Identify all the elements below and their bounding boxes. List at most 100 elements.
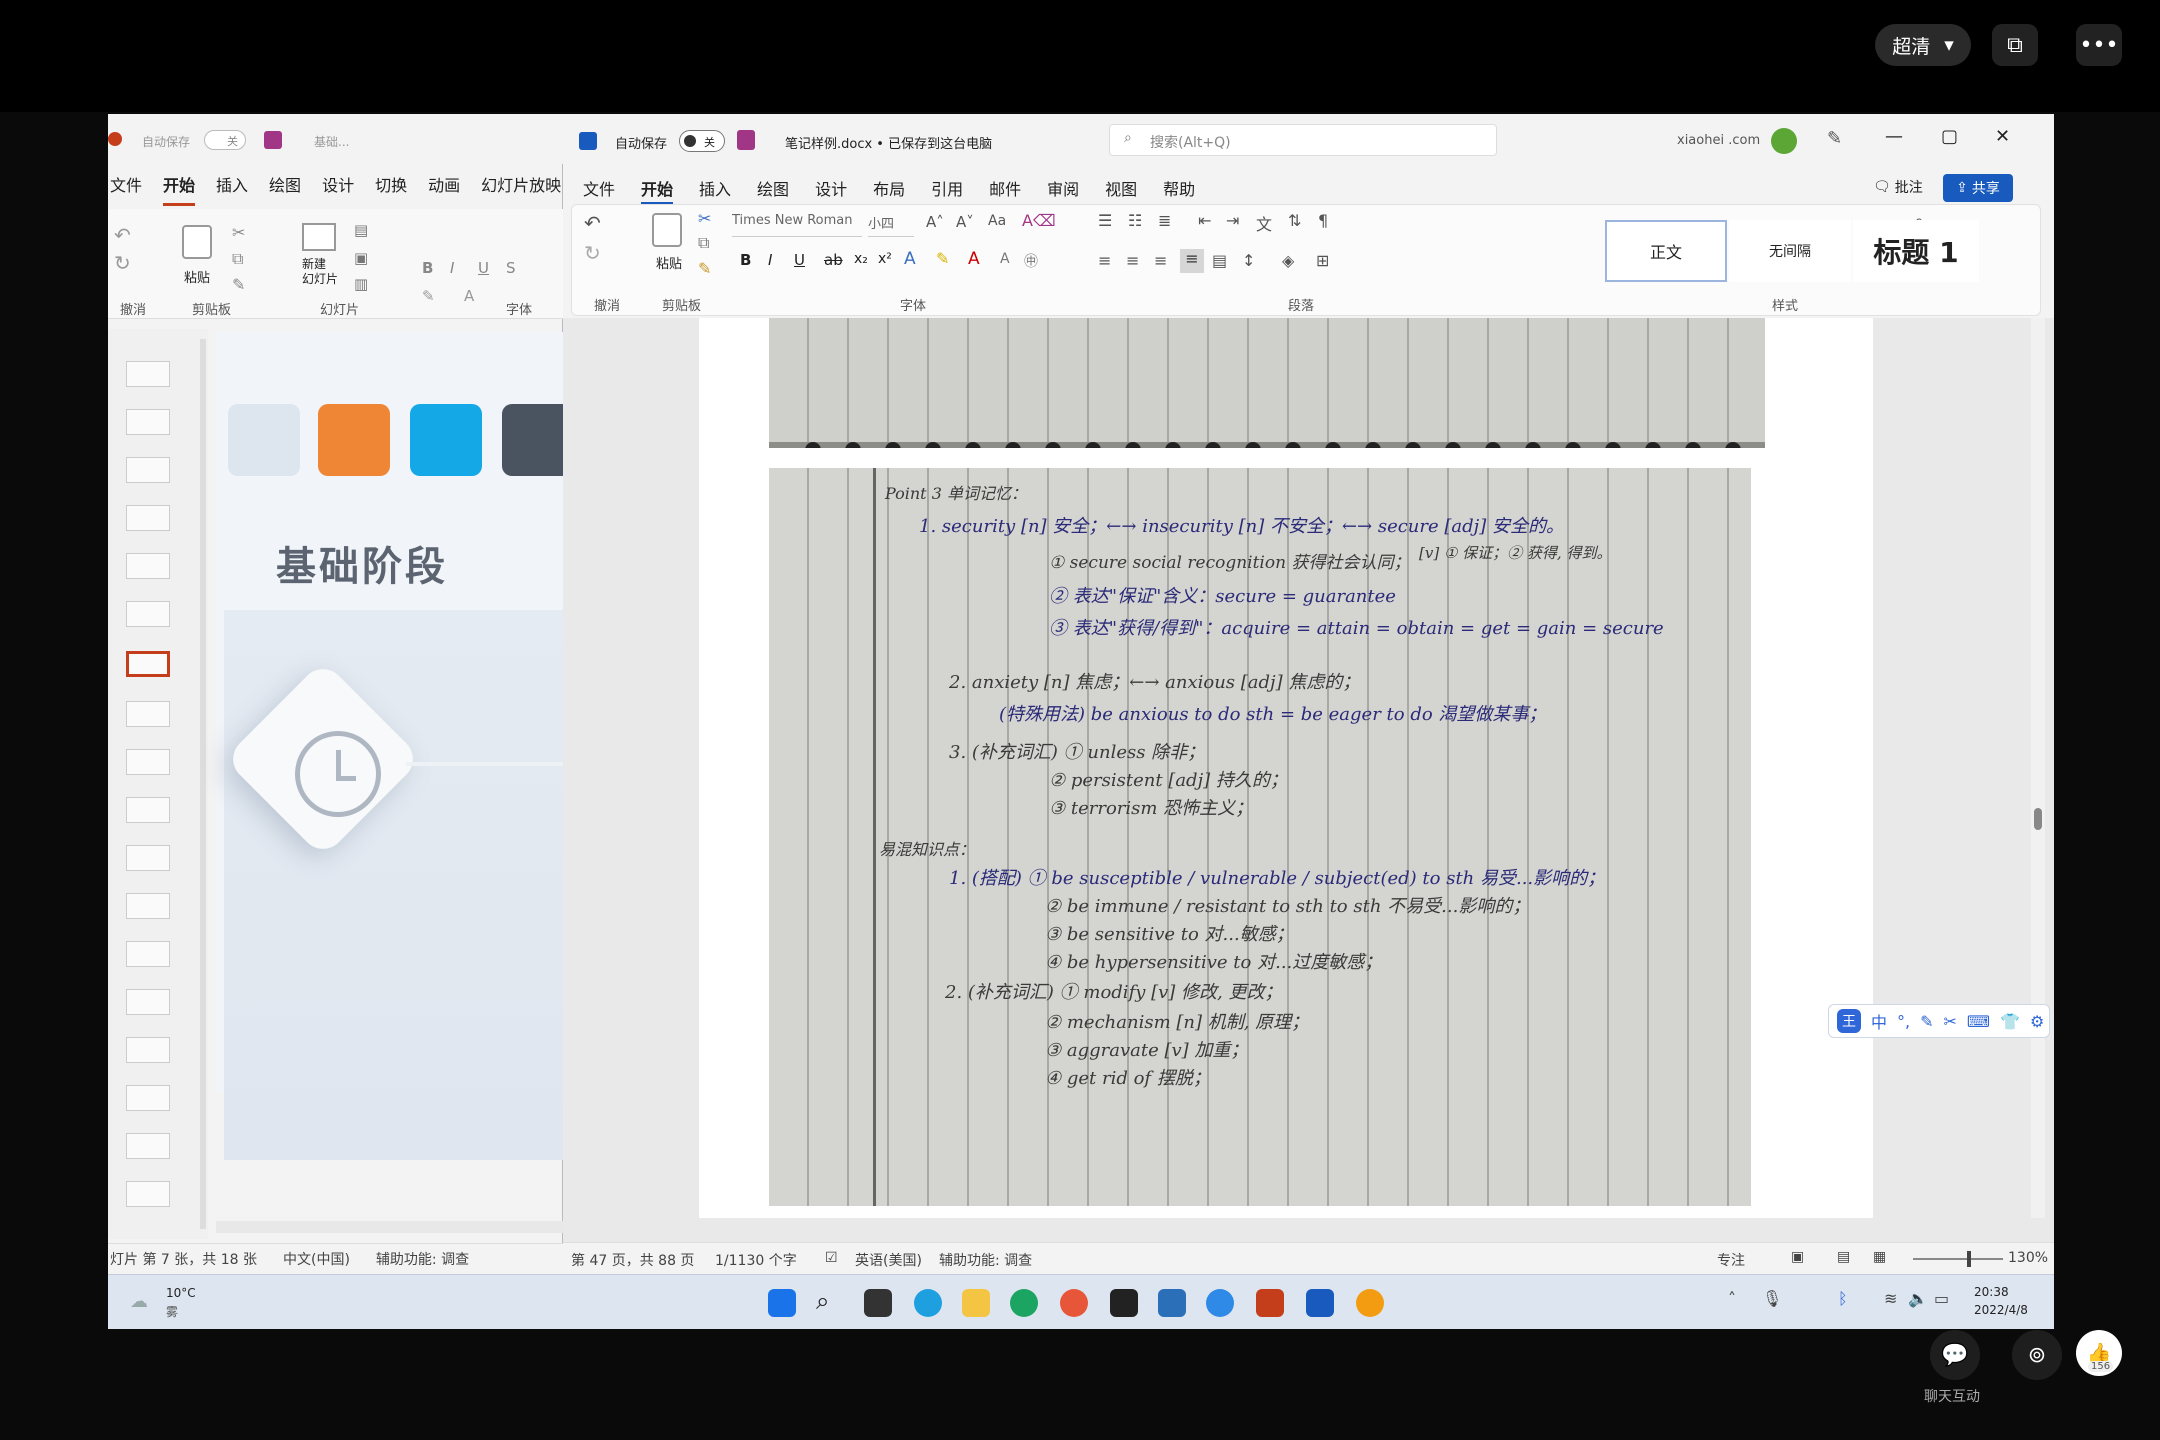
tab-view[interactable]: 视图 <box>1105 176 1137 205</box>
italic-icon[interactable]: I <box>768 251 772 269</box>
task-view-icon[interactable] <box>864 1289 892 1317</box>
ppt-tab-home[interactable]: 开始 <box>163 172 196 206</box>
cut-icon[interactable]: ✂ <box>232 223 245 242</box>
ppt-tab-transitions[interactable]: 切换 <box>375 172 407 206</box>
volume-icon[interactable]: 🔈 <box>1908 1289 1928 1308</box>
maximize-icon[interactable]: ▢ <box>1941 126 1958 147</box>
grow-font-icon[interactable]: A˄ <box>926 213 944 231</box>
change-case-icon[interactable]: Aa <box>988 213 1006 229</box>
text-effects-icon[interactable]: A <box>904 249 916 269</box>
zoom-slider[interactable] <box>1913 1251 2003 1267</box>
slide-thumbnail[interactable] <box>126 797 170 823</box>
font-size-select[interactable]: 小四 <box>868 213 914 237</box>
mic-icon[interactable]: 🎙 <box>1762 1289 1782 1308</box>
new-slide-icon[interactable] <box>302 223 336 251</box>
highlight-icon[interactable]: ✎ <box>422 287 435 305</box>
ppt-autosave-toggle[interactable]: 关 <box>204 130 246 150</box>
justify-icon[interactable]: ≡ <box>1180 249 1204 273</box>
align-center-icon[interactable]: ≡ <box>1126 251 1139 270</box>
underline-icon[interactable]: U <box>794 251 805 269</box>
read-mode-icon[interactable]: ▣ <box>1791 1249 1804 1265</box>
search-box[interactable]: ⌕ 搜索(Alt+Q) <box>1109 124 1497 156</box>
comments-button[interactable]: 🗨 批注 <box>1873 174 1929 200</box>
style-normal[interactable]: 正文 <box>1605 220 1727 282</box>
focus-mode[interactable]: 专注 <box>1717 1250 1745 1270</box>
ppt-tab-animations[interactable]: 动画 <box>428 172 460 206</box>
battery-icon[interactable]: ▭ <box>1934 1289 1949 1308</box>
page-count[interactable]: 第 47 页，共 88 页 <box>571 1250 694 1270</box>
photos-icon[interactable] <box>1158 1289 1186 1317</box>
proofing-icon[interactable]: ☑ <box>825 1250 838 1266</box>
distribute-icon[interactable]: ▤ <box>1212 251 1227 270</box>
wifi-icon[interactable]: ≋ <box>1884 1289 1897 1308</box>
format-painter-icon[interactable]: ✎ <box>698 259 711 278</box>
web-layout-icon[interactable]: ▦ <box>1873 1249 1886 1265</box>
increase-indent-icon[interactable]: ⇥ <box>1226 211 1239 230</box>
ime-pen-icon[interactable]: ✎ <box>1920 1012 1933 1031</box>
strikethrough-icon[interactable]: ab <box>824 251 843 269</box>
redo-icon[interactable]: ↻ <box>584 241 601 265</box>
slide-thumbnail[interactable] <box>126 553 170 579</box>
thumbnail-scrollbar[interactable] <box>200 339 206 1229</box>
more-options-icon[interactable]: ••• <box>2076 24 2122 66</box>
style-heading-1[interactable]: 标题 1 <box>1853 220 1979 282</box>
ppt-language[interactable]: 中文(中国) <box>283 1249 350 1269</box>
tab-insert[interactable]: 插入 <box>699 176 731 205</box>
file-explorer-icon[interactable] <box>962 1289 990 1317</box>
char-shading-icon[interactable]: A <box>1000 251 1010 267</box>
chat-button[interactable]: 💬 <box>1930 1330 1980 1380</box>
ppt-tab-slideshow[interactable]: 幻灯片放映 <box>481 172 561 206</box>
zoom-level[interactable]: 130% <box>2008 1250 2048 1266</box>
start-icon[interactable] <box>768 1289 796 1317</box>
ppt-tab-design[interactable]: 设计 <box>322 172 354 206</box>
share-screen-icon[interactable]: ⧉ <box>1992 24 2038 66</box>
pen-icon[interactable]: ✎ <box>1827 128 1842 149</box>
word-autosave-toggle[interactable]: 关 <box>679 130 725 152</box>
redo-icon[interactable]: ↻ <box>114 251 131 275</box>
bluetooth-icon[interactable]: ᛒ <box>1838 1289 1848 1308</box>
edge-icon[interactable] <box>914 1289 942 1317</box>
slide-thumbnail[interactable] <box>126 893 170 919</box>
save-icon[interactable] <box>737 130 755 150</box>
app-icon[interactable] <box>1356 1289 1384 1317</box>
bullets-icon[interactable]: ☰ <box>1098 211 1112 230</box>
show-marks-icon[interactable]: ¶ <box>1318 211 1328 230</box>
section-icon[interactable]: ▥ <box>354 275 368 293</box>
weather-icon[interactable]: ☁ <box>130 1291 148 1312</box>
word-icon[interactable] <box>1306 1289 1334 1317</box>
copy-icon[interactable]: ⧉ <box>232 249 243 269</box>
slide-thumbnail[interactable] <box>126 749 170 775</box>
tab-layout[interactable]: 布局 <box>873 176 905 205</box>
asian-layout-icon[interactable]: 文 <box>1256 211 1272 235</box>
tab-home[interactable]: 开始 <box>641 176 674 205</box>
highlight-icon[interactable]: ✎ <box>936 249 949 268</box>
borders-icon[interactable]: ⊞ <box>1316 251 1329 270</box>
format-painter-icon[interactable]: ✎ <box>232 275 245 294</box>
line-spacing-icon[interactable]: ↕ <box>1242 251 1255 270</box>
slide-thumbnail[interactable] <box>126 941 170 967</box>
search-input[interactable]: 搜索(Alt+Q) <box>1150 132 1231 152</box>
ime-toolbar[interactable]: 王 中 °, ✎ ✂ ⌨ 👕 ⚙ <box>1828 1004 2050 1038</box>
reset-icon[interactable]: ▣ <box>354 249 368 267</box>
bold-icon[interactable]: B <box>740 251 751 269</box>
chrome-icon[interactable] <box>1060 1289 1088 1317</box>
cut-icon[interactable]: ✂ <box>698 209 711 228</box>
decrease-indent-icon[interactable]: ⇤ <box>1198 211 1211 230</box>
shrink-font-icon[interactable]: A˅ <box>956 213 974 231</box>
user-name[interactable]: xiaohei .com <box>1677 133 1760 148</box>
superscript-icon[interactable]: x² <box>878 251 892 267</box>
strikethrough-icon[interactable]: S <box>506 259 516 277</box>
ppt-tab-file[interactable]: 文件 <box>110 172 142 206</box>
share-button[interactable]: ⇪ 共享 <box>1943 174 2013 202</box>
slide-thumbnail[interactable] <box>126 1181 170 1207</box>
clear-format-icon[interactable]: A⌫ <box>1022 211 1056 230</box>
tab-review[interactable]: 审阅 <box>1047 176 1079 205</box>
italic-icon[interactable]: I <box>450 259 454 277</box>
font-color-icon[interactable]: A <box>968 249 980 269</box>
align-left-icon[interactable]: ≡ <box>1098 251 1111 270</box>
style-no-spacing[interactable]: 无间隔 <box>1729 220 1851 282</box>
slide-thumbnail[interactable] <box>126 701 170 727</box>
subscript-icon[interactable]: x₂ <box>854 251 868 267</box>
slide-thumbnail[interactable] <box>126 989 170 1015</box>
app-icon[interactable] <box>1010 1289 1038 1317</box>
